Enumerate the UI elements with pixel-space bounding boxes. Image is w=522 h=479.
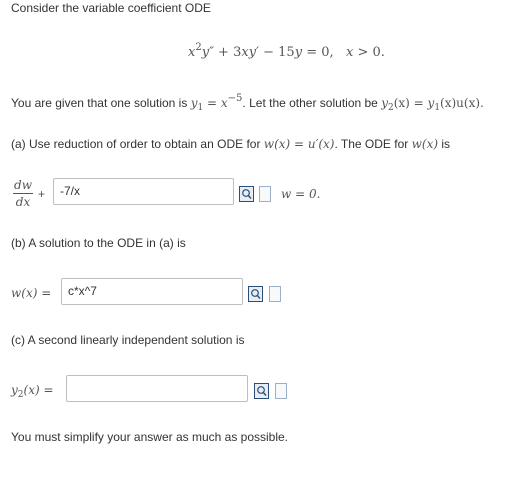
ode-equation: x2y″ + 3xy′ − 15y = 0, x > 0. bbox=[188, 42, 385, 60]
preview-icon[interactable] bbox=[239, 186, 254, 202]
plus-sign: + bbox=[38, 187, 46, 201]
footer-note: You must simplify your answer as much as… bbox=[11, 430, 289, 444]
help-icon[interactable] bbox=[259, 186, 271, 202]
preview-icon[interactable] bbox=[248, 286, 263, 302]
part-b-label: (b) A solution to the ODE in (a) is bbox=[11, 236, 186, 250]
help-icon[interactable] bbox=[275, 383, 287, 399]
part-c-label: (c) A second linearly independent soluti… bbox=[11, 333, 245, 347]
help-icon[interactable] bbox=[269, 286, 281, 302]
ode-suffix: w = 0. bbox=[281, 187, 321, 201]
w-solution-input[interactable]: c*x^7 bbox=[61, 278, 243, 305]
ode-coefficient-input[interactable]: -7/x bbox=[53, 178, 234, 205]
y2-lhs: y2(x) = bbox=[11, 383, 54, 400]
y2-solution-input[interactable] bbox=[66, 375, 248, 402]
w-lhs: w(x) = bbox=[11, 286, 52, 300]
dw-dx-fraction: dw dx bbox=[13, 178, 33, 209]
part-a-label: (a) Use reduction of order to obtain an … bbox=[11, 137, 451, 151]
given-text: You are given that one solution is y1 = … bbox=[11, 93, 484, 113]
preview-icon[interactable] bbox=[254, 383, 269, 399]
intro-text: Consider the variable coefficient ODE bbox=[11, 1, 211, 15]
